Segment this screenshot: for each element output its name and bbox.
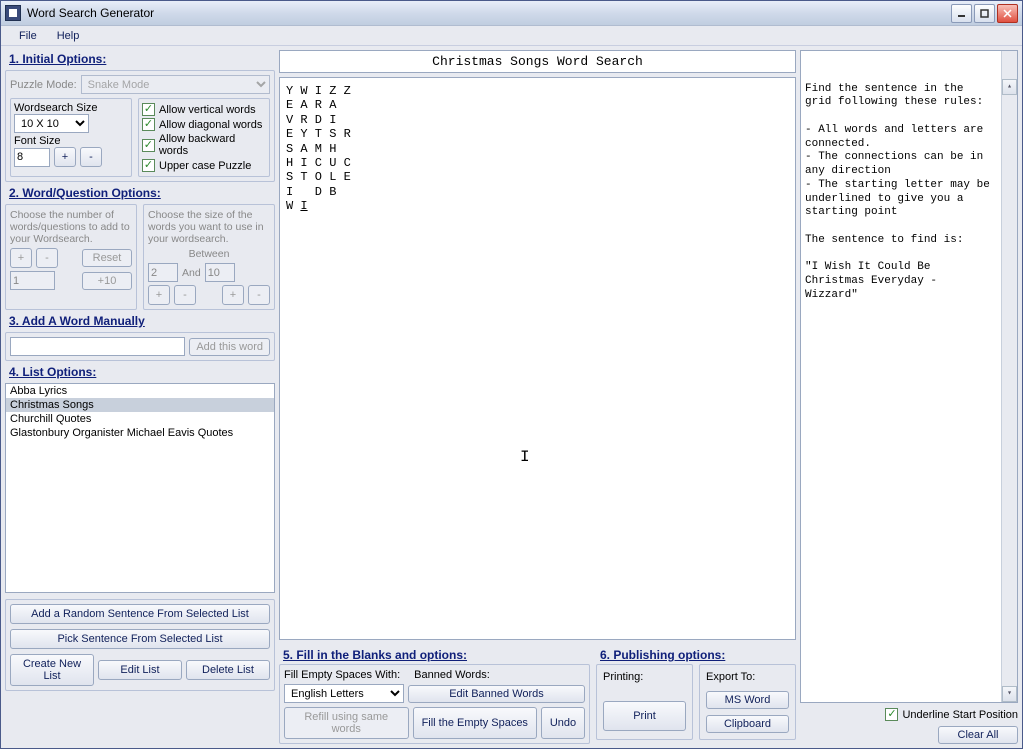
wq-left-text: Choose the number of words/questions to … <box>10 209 132 245</box>
list-box[interactable]: Abba Lyrics Christmas Songs Churchill Qu… <box>5 383 275 593</box>
check-icon: ✓ <box>142 118 155 131</box>
window-title: Word Search Generator <box>27 6 951 20</box>
pick-sentence-button[interactable]: Pick Sentence From Selected List <box>10 629 270 649</box>
print-button[interactable]: Print <box>603 701 686 731</box>
font-size-minus-button[interactable]: - <box>80 147 102 167</box>
ws-size-select[interactable]: 10 X 10 <box>14 114 89 133</box>
check-icon: ✓ <box>885 708 898 721</box>
font-size-plus-button[interactable]: + <box>54 147 76 167</box>
delete-list-button[interactable]: Delete List <box>186 660 270 680</box>
printing-label: Printing: <box>603 671 643 683</box>
fill-empty-label: Fill Empty Spaces With: <box>284 669 400 681</box>
wq-count-plus-button[interactable]: + <box>10 248 32 268</box>
wq-between-label: Between <box>189 248 230 260</box>
banned-words-label: Banned Words: <box>414 669 490 681</box>
allow-diagonal-checkbox[interactable]: ✓ Allow diagonal words <box>142 117 266 132</box>
menu-file[interactable]: File <box>9 28 47 44</box>
rules-text: Find the sentence in the grid following … <box>805 83 1013 303</box>
upper-case-label: Upper case Puzzle <box>159 160 251 172</box>
scrollbar[interactable]: ▴ ▾ <box>1001 51 1017 702</box>
clipboard-button[interactable]: Clipboard <box>706 715 789 733</box>
allow-backward-checkbox[interactable]: ✓ Allow backward words <box>142 132 266 158</box>
text-cursor-icon: I <box>520 448 530 467</box>
puzzle-title: Christmas Songs Word Search <box>279 50 796 73</box>
section-initial-title: 1. Initial Options: <box>5 50 275 68</box>
wq-max-minus-button[interactable]: - <box>248 285 270 305</box>
check-icon: ✓ <box>142 159 155 172</box>
wq-min-input[interactable] <box>148 263 178 282</box>
list-item[interactable]: Christmas Songs <box>6 398 274 412</box>
wq-max-plus-button[interactable]: + <box>222 285 244 305</box>
maximize-button[interactable] <box>974 4 995 23</box>
wq-min-plus-button[interactable]: + <box>148 285 170 305</box>
edit-list-button[interactable]: Edit List <box>98 660 182 680</box>
close-icon <box>1003 9 1012 18</box>
menubar: File Help <box>1 26 1022 46</box>
check-icon: ✓ <box>142 139 155 152</box>
create-list-button[interactable]: Create New List <box>10 654 94 686</box>
check-icon: ✓ <box>142 103 155 116</box>
scroll-down-icon[interactable]: ▾ <box>1002 686 1017 702</box>
clear-all-button[interactable]: Clear All <box>938 726 1018 744</box>
menu-help[interactable]: Help <box>47 28 90 44</box>
puzzle-mode-label: Puzzle Mode: <box>10 79 77 91</box>
puzzle-area[interactable]: Y W I Z Z E A R A V R D I E Y T S R S A … <box>279 77 796 640</box>
addword-button[interactable]: Add this word <box>189 338 270 356</box>
ws-size-label: Wordsearch Size <box>14 102 98 114</box>
export-label: Export To: <box>706 671 755 683</box>
scroll-up-icon[interactable]: ▴ <box>1002 79 1017 95</box>
wq-count-input[interactable] <box>10 271 55 290</box>
list-item[interactable]: Churchill Quotes <box>6 412 274 426</box>
allow-vertical-label: Allow vertical words <box>159 104 256 116</box>
underline-start-checkbox[interactable]: ✓ Underline Start Position <box>800 707 1018 722</box>
wq-plus10-button[interactable]: +10 <box>82 272 132 290</box>
refill-button[interactable]: Refill using same words <box>284 707 409 739</box>
section-wq-title: 2. Word/Question Options: <box>5 184 275 202</box>
allow-backward-label: Allow backward words <box>159 133 266 157</box>
section-addword-title: 3. Add A Word Manually <box>5 312 275 330</box>
puzzle-mode-select[interactable]: Snake Mode <box>81 75 270 94</box>
wq-min-minus-button[interactable]: - <box>174 285 196 305</box>
rules-text-area[interactable]: Find the sentence in the grid following … <box>800 50 1018 703</box>
section-publish-title: 6. Publishing options: <box>596 646 796 664</box>
minimize-button[interactable] <box>951 4 972 23</box>
wq-max-input[interactable] <box>205 263 235 282</box>
edit-banned-button[interactable]: Edit Banned Words <box>408 685 585 703</box>
upper-case-checkbox[interactable]: ✓ Upper case Puzzle <box>142 158 266 173</box>
allow-vertical-checkbox[interactable]: ✓ Allow vertical words <box>142 102 266 117</box>
list-item[interactable]: Abba Lyrics <box>6 384 274 398</box>
allow-diagonal-label: Allow diagonal words <box>159 119 262 131</box>
add-random-button[interactable]: Add a Random Sentence From Selected List <box>10 604 270 624</box>
maximize-icon <box>980 9 989 18</box>
section-fill-title: 5. Fill in the Blanks and options: <box>279 646 590 664</box>
undo-button[interactable]: Undo <box>541 707 585 739</box>
fill-empty-select[interactable]: English Letters <box>284 684 404 703</box>
addword-input[interactable] <box>10 337 185 356</box>
section-list-title: 4. List Options: <box>5 363 275 381</box>
app-icon <box>5 5 21 21</box>
fill-empty-button[interactable]: Fill the Empty Spaces <box>413 707 538 739</box>
font-size-label: Font Size <box>14 135 60 147</box>
wq-count-minus-button[interactable]: - <box>36 248 58 268</box>
close-button[interactable] <box>997 4 1018 23</box>
minimize-icon <box>957 9 966 18</box>
list-item[interactable]: Glastonbury Organister Michael Eavis Quo… <box>6 426 274 440</box>
wq-reset-button[interactable]: Reset <box>82 249 132 267</box>
underline-start-label: Underline Start Position <box>902 709 1018 721</box>
font-size-input[interactable] <box>14 148 50 167</box>
msword-button[interactable]: MS Word <box>706 691 789 709</box>
titlebar: Word Search Generator <box>1 1 1022 26</box>
wq-right-text: Choose the size of the words you want to… <box>148 209 270 245</box>
wq-and-label: And <box>182 267 201 279</box>
